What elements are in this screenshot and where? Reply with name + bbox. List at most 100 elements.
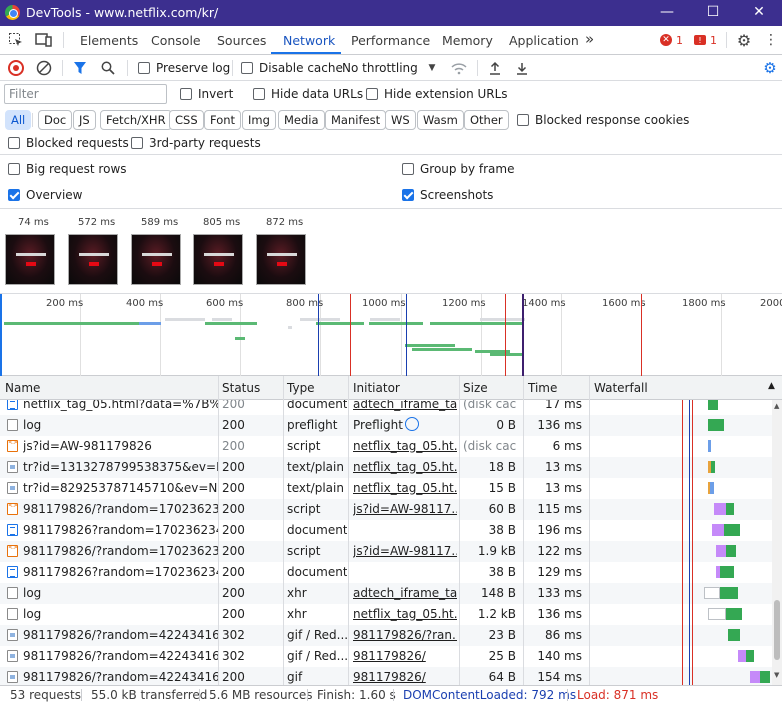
overview-checkbox[interactable] [8,189,20,201]
screenshot-thumbnail[interactable] [131,234,181,285]
table-row[interactable]: log 200 xhr netflix_tag_05.ht... 1.2 kB 136 m… [0,604,772,625]
cell-initiator[interactable]: netflix_tag_05.ht... [353,460,457,474]
invert-checkbox[interactable] [180,88,192,100]
device-toolbar-icon[interactable] [33,31,55,49]
import-har-icon[interactable] [487,60,503,76]
network-conditions-icon[interactable] [450,60,468,76]
screenshot-thumbnail[interactable] [68,234,118,285]
filter-icon[interactable] [72,60,88,76]
column-header-status[interactable]: Status [222,381,260,395]
disable-cache-checkbox[interactable] [241,62,253,74]
table-row[interactable]: log 200 preflight Preflight 0 B 136 ms [0,415,772,436]
table-row[interactable]: 981179826?random=1702362342... 200 documen… [0,520,772,541]
screenshot-thumbnail[interactable] [256,234,306,285]
issues-count[interactable]: 1 [710,34,717,47]
table-row[interactable]: js?id=AW-981179826 200 script netflix_tag_0… [0,436,772,457]
throttling-select[interactable]: No throttling [342,61,418,75]
column-divider[interactable] [348,376,349,685]
preserve-log-checkbox[interactable] [138,62,150,74]
blocked-response-cookies-checkbox[interactable] [517,114,529,126]
type-filter-wasm[interactable]: Wasm [417,110,464,130]
table-row[interactable]: 981179826/?random=422434165... 302 gif / R… [0,646,772,667]
cell-initiator[interactable]: netflix_tag_05.ht... [353,439,457,453]
sort-ascending-icon[interactable]: ▲ [768,381,775,391]
screenshots-checkbox[interactable] [402,189,414,201]
screenshot-thumbnail[interactable] [193,234,243,285]
preflight-link-icon[interactable] [405,417,419,431]
table-row[interactable]: 981179826/?random=170236234... 200 script j… [0,499,772,520]
column-divider[interactable] [523,376,524,685]
error-count[interactable]: 1 [676,34,683,47]
big-request-rows-checkbox[interactable] [8,163,20,175]
cell-initiator[interactable]: adtech_iframe_ta... [353,586,457,600]
tab-application[interactable]: Application [509,33,579,48]
column-header-waterfall[interactable]: Waterfall [594,381,648,395]
column-header-time[interactable]: Time [528,381,557,395]
type-filter-manifest[interactable]: Manifest [325,110,387,130]
type-filter-fetch-xhr[interactable]: Fetch/XHR [100,110,172,130]
scrollbar-thumb[interactable] [774,600,780,660]
search-icon[interactable] [100,60,116,76]
screenshot-thumbnail[interactable] [5,234,55,285]
column-header-name[interactable]: Name [5,381,40,395]
cell-initiator[interactable]: netflix_tag_05.ht... [353,607,457,621]
column-divider[interactable] [218,376,219,685]
tab-memory[interactable]: Memory [442,33,493,48]
clear-icon[interactable] [36,60,52,76]
tab-network[interactable]: Network [283,33,335,48]
hide-data-urls-checkbox[interactable] [253,88,265,100]
network-overview-timeline[interactable]: 200 ms 400 ms 600 ms 800 ms 1000 ms 1200… [0,294,782,376]
more-tabs-button[interactable]: » [585,30,594,48]
tab-sources[interactable]: Sources [217,33,266,48]
type-filter-js[interactable]: JS [73,110,96,130]
more-options-icon[interactable]: ⋮ [764,31,778,49]
close-button[interactable]: ✕ [736,0,782,26]
table-row[interactable]: 981179826/?random=422434165... 200 gif 9811… [0,667,772,685]
cell-initiator[interactable]: adtech_iframe_ta... [353,400,457,411]
export-har-icon[interactable] [514,60,530,76]
minimize-button[interactable]: — [644,0,690,26]
cell-initiator[interactable]: 981179826/ [353,649,457,663]
type-filter-all[interactable]: All [5,110,32,130]
cell-initiator[interactable]: 981179826/?ran... [353,628,457,642]
column-header-type[interactable]: Type [287,381,315,395]
type-filter-media[interactable]: Media [278,110,325,130]
cell-initiator[interactable]: 981179826/ [353,670,457,684]
type-filter-css[interactable]: CSS [169,110,204,130]
column-header-initiator[interactable]: Initiator [353,381,400,395]
scroll-down-arrow-icon[interactable]: ▼ [774,671,779,679]
column-divider[interactable] [283,376,284,685]
tab-elements[interactable]: Elements [80,33,138,48]
cell-initiator[interactable]: js?id=AW-98117... [353,544,457,558]
column-header-size[interactable]: Size [463,381,488,395]
table-row[interactable]: tr?id=829253787145710&ev=NM... 200 text/pl… [0,478,772,499]
type-filter-ws[interactable]: WS [385,110,416,130]
table-row[interactable]: 981179826/?random=170236234... 200 script j… [0,541,772,562]
blocked-requests-checkbox[interactable] [8,137,20,149]
table-row[interactable]: netflix_tag_05.html?data=%7B%2... 200 docu… [0,400,772,415]
type-filter-doc[interactable]: Doc [38,110,73,130]
table-row[interactable]: 981179826/?random=422434165... 302 gif / R… [0,625,772,646]
record-icon[interactable] [8,60,24,76]
cell-initiator[interactable]: js?id=AW-98117... [353,502,457,516]
settings-gear-icon[interactable]: ⚙ [735,31,753,50]
table-row[interactable]: log 200 xhr adtech_iframe_ta... 148 B 133 ms [0,583,772,604]
maximize-button[interactable]: ☐ [690,0,736,26]
chevron-down-icon[interactable]: ▼ [425,61,439,75]
group-by-frame-checkbox[interactable] [402,163,414,175]
hide-extension-urls-checkbox[interactable] [366,88,378,100]
cell-initiator[interactable]: netflix_tag_05.ht... [353,481,457,495]
tab-console[interactable]: Console [151,33,201,48]
inspect-element-icon[interactable] [6,31,26,49]
third-party-requests-checkbox[interactable] [131,137,143,149]
column-divider[interactable] [459,376,460,685]
table-row[interactable]: tr?id=1313278799538375&ev=Pu... 200 text/p… [0,457,772,478]
type-filter-font[interactable]: Font [204,110,242,130]
network-settings-gear-icon[interactable]: ⚙ [762,59,778,77]
column-divider[interactable] [589,376,590,685]
overview-range-handle[interactable] [0,294,2,376]
tab-performance[interactable]: Performance [351,33,430,48]
scroll-up-arrow-icon[interactable]: ▲ [774,402,779,410]
error-icon[interactable]: ✕ [660,34,672,46]
type-filter-img[interactable]: Img [242,110,276,130]
